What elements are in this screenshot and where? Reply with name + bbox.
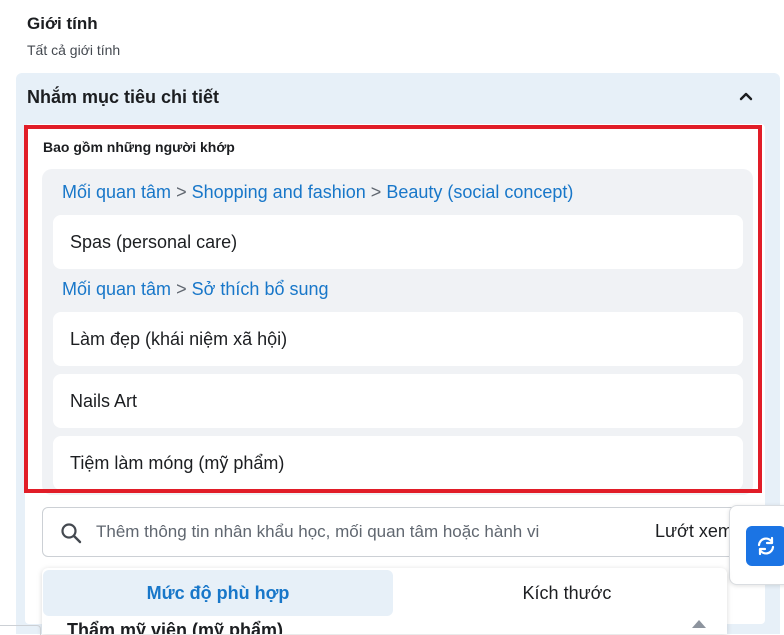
refresh-button[interactable] xyxy=(746,526,784,566)
tab-relevance[interactable]: Mức độ phù hợp xyxy=(43,570,393,616)
suggestion-item[interactable]: Thẩm mỹ viện (mỹ phẩm) xyxy=(67,620,283,634)
gender-value: Tất cả giới tính xyxy=(27,42,121,58)
suggestions-dropdown: Mức độ phù hợp Kích thước Thẩm mỹ viện (… xyxy=(42,568,727,634)
refresh-card xyxy=(729,505,784,585)
tab-size[interactable]: Kích thước xyxy=(392,570,727,616)
detailed-targeting-title: Nhắm mục tiêu chi tiết xyxy=(27,87,220,107)
scroll-up-arrow-icon[interactable] xyxy=(692,620,706,628)
search-placeholder: Thêm thông tin nhân khẩu học, mối quan t… xyxy=(96,522,540,541)
search-icon xyxy=(61,523,82,544)
highlight-outline xyxy=(24,125,762,493)
gender-title: Giới tính xyxy=(27,14,98,33)
refresh-icon xyxy=(757,536,775,556)
targeting-search-input[interactable]: Thêm thông tin nhân khẩu học, mối quan t… xyxy=(42,507,742,557)
chevron-up-icon[interactable] xyxy=(737,87,755,105)
browse-button[interactable]: Lướt xem xyxy=(655,521,733,542)
